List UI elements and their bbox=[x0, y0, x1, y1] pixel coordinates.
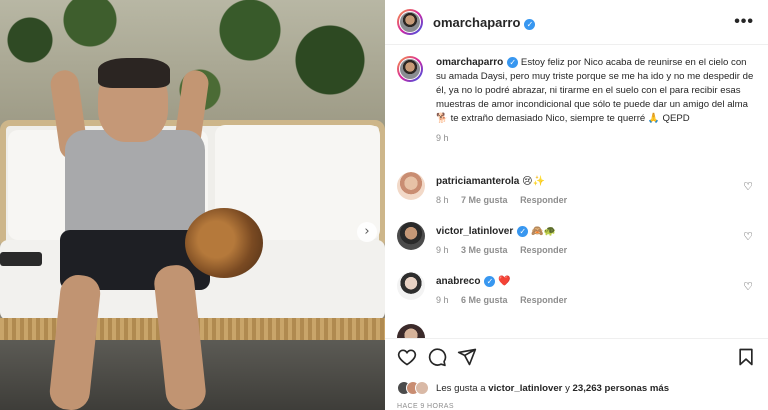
post-header: omarchaparro ✓ ••• bbox=[385, 0, 768, 45]
comment-likes[interactable]: 3 Me gusta bbox=[461, 245, 508, 255]
bookmark-icon[interactable] bbox=[736, 347, 756, 367]
commenter-username[interactable]: anabreco bbox=[436, 276, 480, 287]
more-options-icon[interactable]: ••• bbox=[734, 13, 754, 31]
post-date[interactable]: HACE 9 HORAS bbox=[397, 403, 454, 410]
comment-like-icon[interactable]: ♡ bbox=[743, 180, 753, 193]
reply-button[interactable]: Responder bbox=[520, 195, 567, 205]
comment-likes[interactable]: 6 Me gusta bbox=[461, 295, 508, 305]
comment-like-icon[interactable]: ♡ bbox=[743, 230, 753, 243]
photo-man bbox=[65, 130, 205, 240]
caption-author-avatar[interactable] bbox=[397, 56, 423, 82]
commenter-avatar[interactable] bbox=[397, 222, 425, 250]
like-heart-icon[interactable] bbox=[397, 347, 417, 367]
paper-plane-icon[interactable] bbox=[457, 347, 477, 367]
verified-badge-icon: ✓ bbox=[524, 18, 536, 30]
commenter-username[interactable]: victor_latinlover bbox=[436, 226, 513, 237]
comment-item: anabreco ✓ ❤️ 9 h 6 Me gusta Responder ♡ bbox=[397, 272, 757, 312]
carousel-next-button[interactable]: › bbox=[357, 222, 377, 242]
comment-item: patriciamanterola 😢✨ 8 h 7 Me gusta Resp… bbox=[397, 172, 757, 212]
comments-list[interactable]: omarchaparro ✓ Estoy feliz por Nico acaba… bbox=[385, 46, 768, 338]
post-caption: omarchaparro ✓ Estoy feliz por Nico acaba… bbox=[397, 56, 757, 143]
likes-summary-user[interactable]: victor_latinlover bbox=[488, 383, 562, 394]
verified-badge-icon: ✓ bbox=[507, 57, 519, 68]
reply-button[interactable]: Responder bbox=[520, 295, 567, 305]
commenter-avatar[interactable] bbox=[397, 324, 425, 338]
comment-time[interactable]: 9 h bbox=[436, 245, 449, 255]
post-detail-panel: omarchaparro ✓ ••• omarchaparro ✓ Estoy fe… bbox=[385, 0, 768, 410]
comment-item: victor_latinlover ✓ 🙈🐢 9 h 3 Me gusta Res… bbox=[397, 222, 757, 262]
comment-bubble-icon[interactable] bbox=[427, 347, 447, 367]
commenter-avatar[interactable] bbox=[397, 272, 425, 300]
photo-phone bbox=[0, 252, 42, 266]
comment-like-icon[interactable]: ♡ bbox=[743, 280, 753, 293]
liker-avatar bbox=[415, 381, 429, 395]
comment-item-partial bbox=[397, 324, 757, 338]
comment-likes[interactable]: 7 Me gusta bbox=[461, 195, 508, 205]
comment-text: 🙈🐢 bbox=[531, 226, 556, 237]
comment-time[interactable]: 9 h bbox=[436, 295, 449, 305]
post-photo[interactable]: › bbox=[0, 0, 385, 410]
author-username[interactable]: omarchaparro ✓ bbox=[433, 15, 536, 30]
likes-summary[interactable]: Les gusta a victor_latinlover y 23,263 p… bbox=[397, 380, 669, 396]
comment-text: ❤️ bbox=[498, 276, 511, 287]
verified-badge-icon: ✓ bbox=[484, 276, 496, 287]
reply-button[interactable]: Responder bbox=[520, 245, 567, 255]
likes-summary-count[interactable]: 23,263 personas más bbox=[573, 383, 670, 394]
caption-time[interactable]: 9 h bbox=[436, 133, 757, 143]
verified-badge-icon: ✓ bbox=[517, 226, 529, 237]
caption-username[interactable]: omarchaparro bbox=[436, 57, 503, 68]
photo-dog bbox=[185, 208, 263, 278]
comment-text: 😢✨ bbox=[522, 176, 546, 187]
comment-time[interactable]: 8 h bbox=[436, 195, 449, 205]
post-actions: Les gusta a victor_latinlover y 23,263 p… bbox=[385, 338, 768, 410]
author-avatar[interactable] bbox=[397, 9, 423, 35]
commenter-username[interactable]: patriciamanterola bbox=[436, 176, 519, 187]
commenter-avatar[interactable] bbox=[397, 172, 425, 200]
